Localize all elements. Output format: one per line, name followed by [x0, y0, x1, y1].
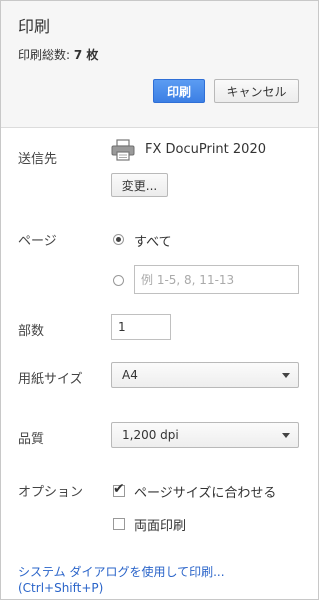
printer-icon [111, 139, 135, 161]
pages-label: ページ [18, 234, 57, 249]
copies-label: 部数 [18, 324, 45, 339]
quality-label: 品質 [18, 432, 45, 447]
printer-name: FX DocuPrint 2020 [145, 142, 266, 157]
quality-select[interactable]: 1,200 dpi [111, 422, 299, 448]
destination-label: 送信先 [18, 152, 58, 167]
print-dialog: 印刷 印刷総数: 7 枚 印刷 キャンセル 送信先 FX DocuPrint 2… [0, 0, 319, 600]
paper-size-select[interactable]: A4 [111, 362, 299, 388]
chevron-down-icon [282, 433, 290, 438]
cancel-button[interactable]: キャンセル [214, 79, 299, 103]
duplex-label: 両面印刷 [134, 519, 187, 534]
pages-all-radio[interactable] [113, 234, 124, 245]
total-sheets: 印刷総数: 7 枚 [18, 46, 98, 63]
total-sheets-label: 印刷総数: [18, 48, 71, 62]
checkmark-icon: ✔ [113, 481, 125, 497]
print-header: 印刷 印刷総数: 7 枚 印刷 キャンセル [1, 1, 318, 128]
print-button[interactable]: 印刷 [153, 79, 205, 103]
dialog-title: 印刷 [18, 17, 51, 36]
fit-to-page-checkbox[interactable]: ✔ [113, 481, 125, 497]
options-label: オプション [18, 485, 84, 500]
quality-value: 1,200 dpi [122, 428, 179, 442]
paper-size-label: 用紙サイズ [18, 372, 83, 387]
total-sheets-value: 7 枚 [73, 48, 99, 62]
paper-size-value: A4 [122, 368, 138, 382]
system-dialog-shortcut[interactable]: (Ctrl+Shift+P) [18, 581, 103, 595]
fit-to-page-label: ページサイズに合わせる [134, 486, 277, 501]
change-destination-button[interactable]: 変更... [111, 173, 168, 197]
duplex-checkbox[interactable] [113, 518, 125, 530]
pages-range-input[interactable]: 例 1-5, 8, 11-13 [134, 265, 299, 294]
copies-input[interactable]: 1 [111, 314, 171, 340]
pages-all-label: すべて [134, 235, 172, 250]
pages-range-radio[interactable] [113, 275, 124, 286]
system-dialog-link[interactable]: システム ダイアログを使用して印刷... [18, 563, 225, 580]
chevron-down-icon [282, 373, 290, 378]
